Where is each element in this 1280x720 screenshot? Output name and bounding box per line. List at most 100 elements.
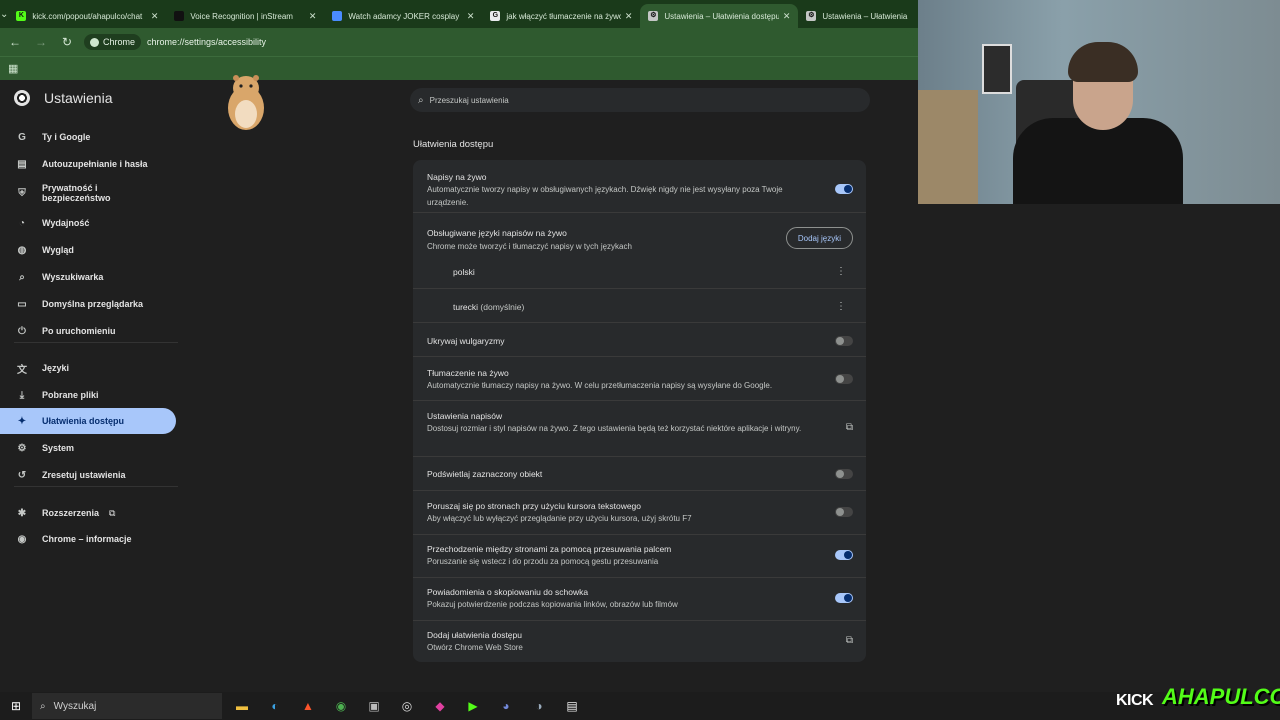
sidebar-item[interactable]: ⚙ System	[0, 435, 176, 461]
steam-icon[interactable]: ◑	[526, 693, 552, 719]
settings-header: Ustawienia	[14, 90, 112, 106]
webcam-shelf	[918, 90, 978, 204]
more-options-icon[interactable]: ⋮	[836, 266, 846, 277]
chrome-logo-icon	[14, 90, 30, 106]
webcam-poster	[982, 44, 1012, 94]
clipboard-notifications-row[interactable]: Powiadomienia o skopiowaniu do schowka P…	[413, 577, 866, 620]
language-name: turecki (domyślnie)	[453, 302, 525, 312]
app-icon[interactable]: ▤	[559, 693, 585, 719]
browser-tab[interactable]: ⚙ Ustawienia – Ułatwienia dostępu ✕	[640, 4, 799, 28]
sidebar-item[interactable]: ⤓ Pobrane pliki	[0, 382, 176, 408]
site-chip[interactable]: Chrome	[84, 34, 142, 50]
sidebar-item-icon: ⤓	[19, 389, 25, 401]
sidebar-item-label: Autouzupełnianie i hasła	[42, 159, 148, 169]
add-accessibility-row[interactable]: Dodaj ułatwienia dostępu Otwórz Chrome W…	[413, 620, 866, 662]
swipe-navigation-row[interactable]: Przechodzenie między stronami za pomocą …	[413, 534, 866, 577]
caption-settings-row[interactable]: Ustawienia napisów Dostosuj rozmiar i st…	[413, 400, 866, 456]
sidebar-item[interactable]: ▤ Autouzupełnianie i hasła	[0, 151, 176, 177]
sidebar-item-icon: ▭	[17, 298, 27, 310]
discord-icon[interactable]: ◕	[493, 693, 519, 719]
highlight-object-row[interactable]: Podświetlaj zaznaczony obiekt	[413, 456, 866, 490]
add-languages-button[interactable]: Dodaj języki	[785, 227, 853, 249]
close-icon[interactable]: ✕	[151, 11, 159, 22]
live-translate-toggle[interactable]	[835, 374, 853, 384]
tab-search-chevron-icon[interactable]: ⌄	[0, 0, 8, 28]
language-name: polski	[453, 267, 475, 277]
close-icon[interactable]: ✕	[309, 11, 317, 22]
sidebar-item-icon: ↺	[17, 469, 27, 481]
taskbar-search[interactable]: ⌕ Wyszukaj	[32, 693, 222, 719]
reload-icon[interactable]: ↻	[56, 31, 78, 53]
sidebar-item-label: Wyszukiwarka	[42, 272, 104, 282]
app-icon[interactable]: ▣	[361, 693, 387, 719]
close-icon[interactable]: ✕	[625, 11, 633, 22]
browser-tab[interactable]: Gjak włączyć tłumaczenie na żywo ✕	[482, 4, 640, 28]
swipe-navigation-toggle[interactable]	[835, 550, 853, 560]
sidebar-divider	[14, 486, 178, 487]
highlight-object-toggle[interactable]	[835, 469, 853, 479]
chrome-taskbar-icon[interactable]: ◉	[328, 693, 354, 719]
sidebar-item[interactable]: ◔ Wydajność	[0, 210, 176, 236]
back-arrow-icon[interactable]: ←	[4, 31, 26, 53]
obs-icon[interactable]: ◎	[394, 693, 420, 719]
windows-start-icon[interactable]: ⊞	[0, 699, 32, 713]
live-translate-row[interactable]: Tłumaczenie na żywo Automatycznie tłumac…	[413, 356, 866, 400]
browser-tab[interactable]: Kkick.com/popout/ahapulco/chat ✕	[8, 4, 166, 28]
sidebar-item[interactable]: ⛨ Prywatność i bezpieczeństwo	[0, 178, 176, 208]
close-icon[interactable]: ✕	[467, 11, 475, 22]
sidebar-item-icon: ▤	[17, 158, 27, 170]
sidebar-item[interactable]: ✱ Rozszerzenia ⧉	[0, 500, 176, 526]
app-icon[interactable]: ▶	[460, 693, 486, 719]
sidebar-item[interactable]: ▭ Domyślna przeglądarka	[0, 291, 176, 317]
sidebar-item[interactable]: ⏻ Po uruchomieniu	[0, 318, 176, 344]
live-captions-toggle[interactable]	[835, 184, 853, 194]
edge-icon[interactable]: ◐	[262, 693, 288, 719]
language-item: turecki (domyślnie) ⋮	[413, 288, 866, 322]
sidebar-item-label: Ułatwienia dostępu	[42, 416, 125, 426]
sidebar-item-icon: ⛨	[18, 187, 26, 199]
settings-sidebar: Ustawienia G Ty i Google ▤ Autouzupełnianie…	[0, 80, 180, 692]
sidebar-item-label: Po uruchomieniu	[42, 326, 116, 336]
settings-search-input[interactable]: ⌕ Przeszukaj ustawienia	[410, 88, 870, 112]
browser-tab[interactable]: Voice Recognition | inStream ✕	[166, 4, 324, 28]
sidebar-item[interactable]: ◍ Wygląd	[0, 237, 176, 263]
forward-arrow-icon[interactable]: →	[30, 31, 52, 53]
more-options-icon[interactable]: ⋮	[836, 301, 846, 312]
hide-profanity-row[interactable]: Ukrywaj wulgaryzmy	[413, 322, 866, 356]
caret-browsing-row[interactable]: Poruszaj się po stronach przy użyciu kur…	[413, 490, 866, 534]
caret-browsing-toggle[interactable]	[835, 507, 853, 517]
caption-languages-label: Obsługiwane języki napisów na żywo	[427, 228, 567, 238]
add-accessibility-description: Otwórz Chrome Web Store	[427, 643, 523, 652]
open-external-icon[interactable]: ⧉	[846, 422, 853, 433]
caption-settings-description: Dostosuj rozmiar i styl napisów na żywo.…	[427, 424, 802, 433]
sidebar-item[interactable]: ✦ Ułatwienia dostępu	[0, 408, 176, 434]
language-item: polski ⋮	[413, 256, 866, 288]
close-icon[interactable]: ✕	[783, 11, 791, 22]
hide-profanity-toggle[interactable]	[835, 336, 853, 346]
app-icon[interactable]: ◆	[427, 693, 453, 719]
sidebar-item[interactable]: 文 Języki	[0, 355, 176, 381]
brave-icon[interactable]: ▲	[295, 693, 321, 719]
live-captions-row[interactable]: Napisy na żywo Automatycznie tworzy napi…	[413, 160, 866, 212]
apps-grid-icon[interactable]: ▦	[8, 62, 18, 75]
sidebar-item-label: Wygląd	[42, 245, 74, 255]
taskbar: ⊞ ⌕ Wyszukaj ▬ ◐ ▲ ◉ ▣ ◎ ◆ ▶ ◕ ◑ ▤	[0, 692, 1280, 720]
live-translate-label: Tłumaczenie na żywo	[427, 368, 509, 378]
tab-favicon-icon: K	[16, 11, 27, 21]
tab-favicon-icon: G	[490, 11, 501, 21]
sidebar-item[interactable]: G Ty i Google	[0, 124, 176, 150]
address-bar[interactable]: Chrome chrome://settings/accessibility	[84, 31, 914, 53]
clipboard-notifications-toggle[interactable]	[835, 593, 853, 603]
sidebar-item-icon: ⏻	[18, 325, 26, 337]
sidebar-item[interactable]: ◉ Chrome – informacje	[0, 526, 176, 552]
file-explorer-icon[interactable]: ▬	[229, 693, 255, 719]
accessibility-card: Napisy na żywo Automatycznie tworzy napi…	[413, 160, 866, 662]
sidebar-item[interactable]: ⌕ Wyszukiwarka	[0, 264, 176, 290]
site-chip-label: Chrome	[103, 37, 136, 47]
clipboard-notifications-description: Pokazuj potwierdzenie podczas kopiowania…	[427, 600, 678, 609]
sidebar-item-icon: ◔	[18, 217, 26, 229]
open-external-icon[interactable]: ⧉	[846, 635, 853, 646]
browser-tab[interactable]: Watch adamcy JOKER cosplay ✕	[324, 4, 482, 28]
tab-favicon-icon: ⚙	[648, 11, 659, 21]
sidebar-item[interactable]: ↺ Zresetuj ustawienia	[0, 462, 176, 488]
